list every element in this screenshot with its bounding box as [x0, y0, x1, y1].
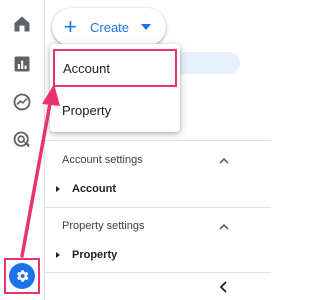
menu-item-label: Property	[62, 102, 112, 118]
expand-arrow-icon	[56, 252, 60, 258]
menu-item-label: Account	[63, 60, 110, 76]
advertising-icon[interactable]	[12, 130, 32, 150]
divider	[44, 140, 271, 141]
reports-icon[interactable]	[12, 54, 32, 74]
menu-item-account[interactable]: Account	[53, 49, 177, 87]
divider	[44, 272, 271, 273]
left-nav-rail	[0, 0, 44, 300]
create-button-label: Create	[90, 19, 130, 35]
expand-arrow-icon	[56, 186, 60, 192]
plus-icon: +	[64, 14, 77, 39]
nav-entry-property[interactable]: Property	[56, 249, 117, 261]
create-button[interactable]: + Create	[52, 8, 166, 46]
collapse-panel-icon[interactable]	[218, 280, 230, 294]
chevron-down-icon	[141, 24, 152, 30]
section-title-property-settings[interactable]: Property settings	[62, 220, 145, 232]
nav-entry-account[interactable]: Account	[56, 183, 116, 195]
explore-icon[interactable]	[12, 92, 32, 112]
chevron-up-icon[interactable]	[218, 221, 230, 233]
chevron-up-icon[interactable]	[218, 155, 230, 167]
create-menu: Account Property	[50, 44, 180, 132]
home-icon[interactable]	[12, 14, 32, 34]
gear-icon	[9, 263, 35, 289]
menu-item-property[interactable]: Property	[50, 90, 180, 130]
divider	[44, 207, 271, 208]
nav-entry-label: Account	[72, 183, 116, 195]
nav-entry-label: Property	[72, 249, 118, 261]
admin-gear-button[interactable]	[4, 258, 40, 294]
section-title-account-settings[interactable]: Account settings	[62, 154, 143, 166]
